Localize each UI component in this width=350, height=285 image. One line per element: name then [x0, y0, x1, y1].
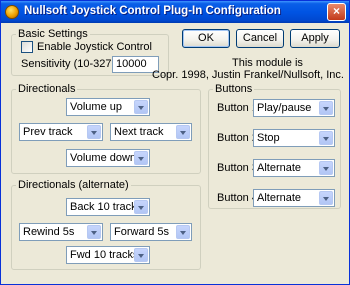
- chevron-down-icon[interactable]: [319, 101, 333, 115]
- button-3-value: Alternate: [257, 162, 302, 174]
- chevron-down-icon[interactable]: [176, 225, 190, 239]
- button-4-label: Button 4: [217, 192, 258, 204]
- button-3-label: Button 3: [217, 162, 258, 174]
- chevron-down-icon[interactable]: [134, 200, 148, 214]
- alt-up-select[interactable]: Back 10 tracks: [66, 198, 150, 216]
- copyright-line-2: Copr. 1998, Justin Frankel/Nullsoft, Inc…: [152, 69, 344, 81]
- button-3-select[interactable]: Alternate: [253, 159, 335, 177]
- apply-button[interactable]: Apply: [290, 29, 340, 48]
- dir-up-select[interactable]: Volume up: [66, 98, 150, 116]
- copyright-line-1: This module is: [232, 57, 303, 69]
- alt-left-select[interactable]: Rewind 5s: [19, 223, 103, 241]
- chevron-down-icon[interactable]: [319, 161, 333, 175]
- basic-settings-label: Basic Settings: [16, 28, 90, 40]
- enable-joystick-checkbox[interactable]: [21, 41, 33, 53]
- alt-up-value: Back 10 tracks: [70, 201, 143, 213]
- dir-right-value: Next track: [114, 126, 164, 138]
- button-2-label: Button 2: [217, 132, 258, 144]
- enable-joystick-label[interactable]: Enable Joystick Control: [37, 41, 152, 53]
- button-1-value: Play/pause: [257, 102, 312, 114]
- dir-up-value: Volume up: [70, 101, 122, 113]
- dir-left-value: Prev track: [23, 126, 73, 138]
- dir-left-select[interactable]: Prev track: [19, 123, 103, 141]
- alt-down-select[interactable]: Fwd 10 tracks: [66, 246, 150, 264]
- chevron-down-icon[interactable]: [134, 151, 148, 165]
- dir-right-select[interactable]: Next track: [110, 123, 192, 141]
- title-bar[interactable]: Nullsoft Joystick Control Plug-In Config…: [1, 1, 349, 23]
- alt-right-select[interactable]: Forward 5s: [110, 223, 192, 241]
- alt-right-value: Forward 5s: [114, 226, 170, 238]
- alt-down-value: Fwd 10 tracks: [70, 249, 139, 261]
- alt-left-value: Rewind 5s: [23, 226, 75, 238]
- chevron-down-icon[interactable]: [87, 125, 101, 139]
- directionals-label: Directionals: [16, 83, 78, 95]
- button-2-value: Stop: [257, 132, 280, 144]
- winamp-icon: [5, 5, 19, 19]
- button-1-select[interactable]: Play/pause: [253, 99, 335, 117]
- chevron-down-icon[interactable]: [176, 125, 190, 139]
- dir-down-value: Volume down: [70, 152, 137, 164]
- cancel-button[interactable]: Cancel: [236, 29, 284, 48]
- button-2-select[interactable]: Stop: [253, 129, 335, 147]
- ok-button[interactable]: OK: [182, 29, 230, 48]
- close-button[interactable]: ×: [327, 3, 346, 21]
- button-4-value: Alternate: [257, 192, 302, 204]
- chevron-down-icon[interactable]: [134, 100, 148, 114]
- button-4-select[interactable]: Alternate: [253, 189, 335, 207]
- chevron-down-icon[interactable]: [319, 131, 333, 145]
- dir-down-select[interactable]: Volume down: [66, 149, 150, 167]
- chevron-down-icon[interactable]: [134, 248, 148, 262]
- window-title: Nullsoft Joystick Control Plug-In Config…: [24, 5, 281, 17]
- directionals-alt-label: Directionals (alternate): [16, 179, 131, 191]
- chevron-down-icon[interactable]: [319, 191, 333, 205]
- button-1-label: Button 1: [217, 102, 258, 114]
- chevron-down-icon[interactable]: [87, 225, 101, 239]
- config-dialog: Nullsoft Joystick Control Plug-In Config…: [0, 0, 350, 285]
- buttons-label: Buttons: [213, 83, 255, 95]
